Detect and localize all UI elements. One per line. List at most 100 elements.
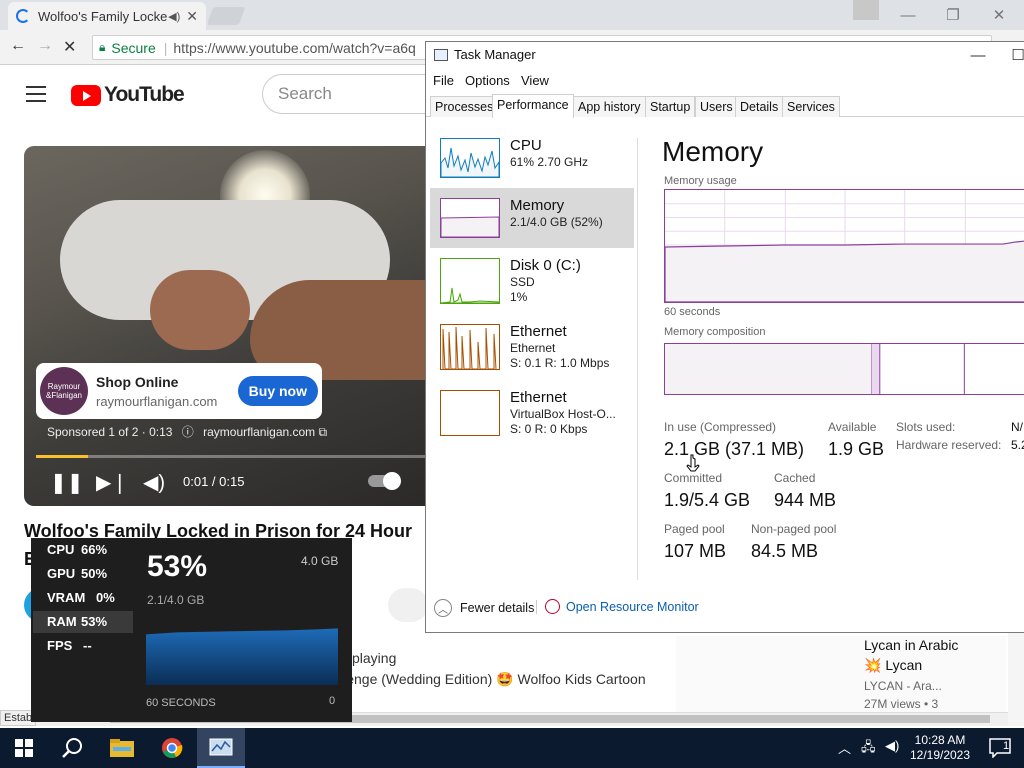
hardware-reserved-label: Hardware reserved: [896, 438, 1002, 452]
tab-performance[interactable]: Performance [492, 94, 574, 118]
tab-details[interactable]: Details [735, 96, 784, 117]
game-bar-ram-chart [146, 628, 338, 685]
tm-maximize-icon[interactable]: ☐ [995, 40, 1024, 70]
new-tab-button[interactable] [206, 7, 246, 25]
search-icon[interactable] [48, 728, 96, 768]
lock-icon: 🔒︎ [99, 40, 106, 54]
forward-arrow-icon[interactable]: → [37, 37, 53, 55]
pause-icon[interactable]: ❚❚ [50, 470, 84, 495]
video-progress-bar[interactable] [36, 455, 436, 458]
perf-nav-ethernet-1[interactable]: Ethernet Ethernet S: 0.1 R: 1.0 Mbps [430, 314, 634, 374]
browser-tab[interactable]: Wolfoo's Family Locke ◀) ✕ [8, 2, 206, 30]
game-bar-stat-vram-value: 0% [96, 590, 115, 605]
tab-services[interactable]: Services [782, 96, 840, 117]
cpu-thumbnail-graph [440, 138, 500, 178]
nav-ethernet-1-rate: S: 0.1 R: 1.0 Mbps [510, 356, 610, 370]
perf-nav-disk[interactable]: Disk 0 (C:) SSD 1% [430, 248, 634, 308]
memory-composition-label: Memory composition [664, 326, 766, 338]
video-time: 0:01 / 0:15 [183, 474, 245, 489]
game-bar-stat-gpu-label[interactable]: GPU [47, 566, 75, 581]
url-text: https://www.youtube.com/watch?v=a6q [173, 39, 416, 56]
ad-domain: raymourflanigan.com [96, 393, 218, 409]
perf-nav-cpu[interactable]: CPU 61% 2.70 GHz [430, 128, 634, 188]
nav-memory-detail: 2.1/4.0 GB (52%) [510, 215, 603, 229]
paged-pool-label: Paged pool [664, 522, 725, 536]
game-bar-stat-cpu-label[interactable]: CPU [47, 542, 74, 557]
open-resource-monitor-link[interactable]: Open Resource Monitor [545, 599, 699, 614]
chrome-icon[interactable] [148, 728, 196, 768]
taskbar-clock[interactable]: 10:28 AM 12/19/2023 [905, 733, 975, 763]
task-manager-taskbar-icon[interactable] [197, 728, 245, 768]
menu-options[interactable]: Options [465, 73, 510, 88]
user-profile-icon[interactable] [853, 0, 879, 20]
game-bar-stat-vram-label[interactable]: VRAM [47, 590, 85, 605]
game-bar-stat-ram-label[interactable]: RAM [47, 614, 77, 629]
task-manager-title: Task Manager [454, 47, 536, 62]
memory-thumbnail-graph [440, 198, 500, 238]
recommendation-title[interactable]: llenge (Wedding Edition) 🤩 Wolfoo Kids C… [340, 671, 646, 688]
chevron-up-icon: ︿ [434, 599, 452, 617]
tab-title: Wolfoo's Family Locke [38, 8, 168, 24]
maximize-icon[interactable]: ❐ [930, 0, 976, 30]
fewer-details-label: Fewer details [460, 601, 535, 615]
tab-startup[interactable]: Startup [645, 96, 696, 117]
youtube-logo[interactable]: YouTube [71, 83, 185, 107]
ad-overlay-card[interactable]: Raymour &Flanigan Shop Online raymourflan… [36, 363, 322, 419]
tab-app-history[interactable]: App history [573, 96, 646, 117]
mouse-cursor-icon [686, 454, 700, 472]
back-arrow-icon[interactable]: ← [10, 37, 26, 55]
sponsored-row: Sponsored 1 of 2 · 0:13 ⓘ raymourflaniga… [47, 423, 327, 440]
memory-usage-graph [664, 189, 1024, 303]
nav-ethernet-1-adapter: Ethernet [510, 341, 556, 355]
buy-now-button[interactable]: Buy now [237, 376, 318, 406]
next-icon[interactable]: ▶❘ [96, 470, 128, 495]
network-icon[interactable]: 🖧︎ [861, 738, 876, 760]
tab-processes[interactable]: Processes [430, 96, 499, 117]
autoplay-toggle-knob[interactable] [383, 472, 401, 490]
game-bar-stat-fps-label[interactable]: FPS [47, 638, 72, 653]
perf-nav-memory[interactable]: Memory 2.1/4.0 GB (52%) [430, 188, 634, 248]
tab-close-icon[interactable]: ✕ [186, 8, 198, 25]
close-window-icon[interactable]: ✕ [976, 0, 1022, 30]
file-explorer-icon[interactable] [98, 728, 146, 768]
fewer-details-button[interactable]: ︿ Fewer details [434, 599, 534, 617]
perf-nav-ethernet-2[interactable]: Ethernet VirtualBox Host-O... S: 0 R: 0 … [430, 380, 634, 440]
ethernet-thumbnail-graph [440, 324, 500, 370]
menu-file[interactable]: File [433, 73, 454, 88]
game-bar-stat-ram-value: 53% [81, 614, 108, 629]
side-video-title[interactable]: Lycan in Arabic [864, 637, 958, 653]
game-bar-used: 2.1/4.0 GB [147, 593, 205, 607]
cached-value: 944 MB [774, 490, 837, 510]
start-windows-icon[interactable] [0, 728, 48, 768]
info-icon[interactable]: ⓘ [182, 425, 194, 439]
graph-seconds-label: 60 seconds [664, 306, 721, 318]
video-sleeping-person [150, 270, 250, 350]
clock-date: 12/19/2023 [909, 748, 971, 762]
volume-tray-icon[interactable]: ◀) [885, 738, 899, 754]
nav-cpu-name: CPU [510, 137, 542, 154]
reload-stop-icon[interactable]: ✕ [63, 37, 76, 57]
task-manager-titlebar[interactable]: Task Manager [434, 47, 536, 62]
minimize-icon[interactable]: — [885, 0, 931, 30]
side-video-title-line2[interactable]: 💥 Lycan [864, 657, 922, 674]
menu-hamburger-icon[interactable] [26, 86, 46, 102]
slots-used-label: Slots used: [896, 420, 956, 434]
action-center-icon[interactable]: 1 [976, 728, 1024, 768]
game-bar-stat-fps-value: -- [83, 638, 92, 653]
notification-count-badge: 1 [1003, 740, 1010, 752]
show-hidden-icons-chevron-icon[interactable]: ︿ [838, 738, 851, 757]
paged-pool-value: 107 MB [664, 541, 727, 561]
ethernet-2-thumbnail-graph [440, 390, 500, 436]
sponsored-domain-link[interactable]: raymourflanigan.com [203, 425, 315, 439]
cached-label: Cached [774, 471, 816, 485]
game-bar-ram-area [146, 628, 338, 685]
game-bar-total: 4.0 GB [301, 554, 339, 568]
volume-icon[interactable]: ◀) [143, 470, 165, 495]
action-pill[interactable] [388, 588, 428, 622]
nav-ethernet-1-name: Ethernet [510, 323, 567, 340]
nav-ethernet-2-name: Ethernet [510, 389, 567, 406]
menu-view[interactable]: View [521, 73, 549, 88]
tab-users[interactable]: Users [695, 96, 738, 117]
side-video-channel: LYCAN - Ara... [864, 679, 942, 693]
memory-composition-bar [664, 343, 1024, 395]
